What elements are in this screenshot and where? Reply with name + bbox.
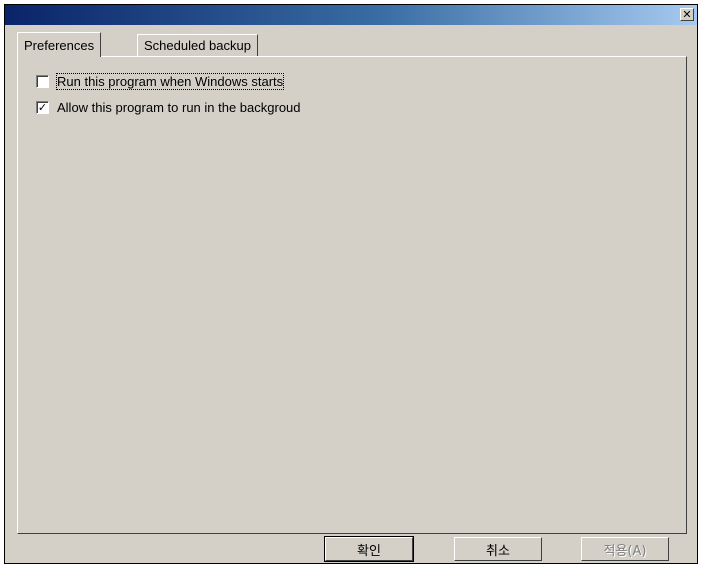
apply-button-label: 적용(A) <box>603 543 647 559</box>
tab-preferences[interactable]: Preferences <box>17 32 102 57</box>
close-icon: ✕ <box>682 8 692 21</box>
run-at-startup-label[interactable]: Run this program when Windows starts <box>55 72 285 90</box>
checkmark-icon: ✓ <box>37 100 48 114</box>
run-in-background-option[interactable]: ✓ Allow this program to run in the backg… <box>36 99 301 115</box>
run-in-background-checkbox[interactable]: ✓ <box>36 100 49 114</box>
run-at-startup-checkbox[interactable] <box>36 74 49 88</box>
ok-button-label: 확인 <box>357 543 381 559</box>
ok-button[interactable]: 확인 <box>324 536 414 562</box>
preferences-panel: Run this program when Windows starts ✓ A… <box>17 56 687 534</box>
apply-button[interactable]: 적용(A) <box>581 537 669 561</box>
tab-preferences-label: Preferences <box>24 38 95 53</box>
run-in-background-label[interactable]: Allow this program to run in the backgro… <box>57 100 301 115</box>
preferences-dialog: ✕ Preferences Scheduled backup Run this … <box>4 4 698 564</box>
tab-scheduled-backup[interactable]: Scheduled backup <box>137 34 258 56</box>
tab-scheduled-backup-label: Scheduled backup <box>144 38 251 53</box>
title-bar[interactable]: ✕ <box>5 5 697 25</box>
cancel-button-label: 취소 <box>486 543 510 559</box>
cancel-button[interactable]: 취소 <box>454 537 542 561</box>
close-button[interactable]: ✕ <box>680 8 694 21</box>
run-at-startup-option[interactable]: Run this program when Windows starts <box>36 72 285 90</box>
